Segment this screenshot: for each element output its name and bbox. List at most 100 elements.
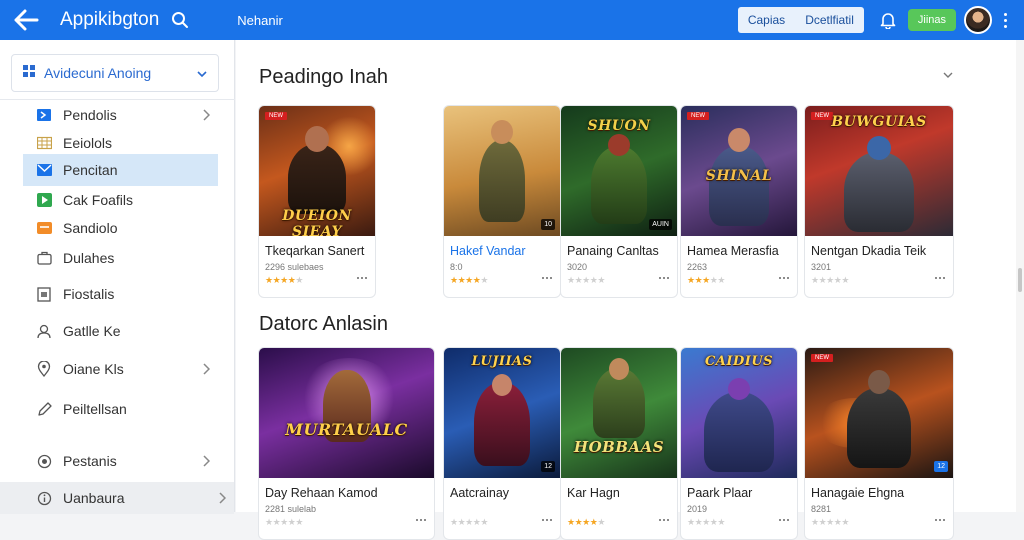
game-thumbnail: MURTAUALC — [259, 348, 434, 478]
game-card[interactable]: NEW BUWGUIAS Nentgan Dkadia Teik 3201 ★★… — [804, 105, 954, 298]
flag-icon — [36, 107, 52, 123]
game-logo: SHINAL — [705, 168, 773, 184]
grid-icon — [36, 135, 52, 151]
game-name: Kar Hagn — [567, 486, 620, 500]
age-badge: 10 — [541, 219, 555, 230]
game-thumbnail: HOBBAAS — [561, 348, 677, 478]
user-avatar[interactable] — [964, 6, 992, 34]
scrollbar-thumb[interactable] — [1018, 268, 1022, 292]
rating-stars: ★★★★★ — [265, 275, 303, 285]
game-logo: SHUON — [587, 118, 651, 134]
more-horizontal-icon[interactable] — [542, 519, 552, 521]
more-horizontal-icon[interactable] — [416, 519, 426, 521]
location-icon — [36, 361, 52, 377]
search-icon[interactable] — [169, 9, 191, 31]
sidebar-item-peiltellsan[interactable]: Peiltellsan — [23, 393, 218, 425]
details-button[interactable]: Dcetlfiatil — [805, 13, 854, 27]
game-logo: MURTAUALC — [285, 420, 408, 439]
section-title: Peadingo Inah — [259, 66, 389, 88]
game-logo: HOBBAAS — [573, 438, 665, 456]
new-badge: NEW — [265, 112, 287, 120]
game-card[interactable]: NEW SHINAL Hamea Merasfia 2263 ★★★★★ — [680, 105, 798, 298]
more-horizontal-icon[interactable] — [935, 519, 945, 521]
game-meta: 3020 — [567, 262, 588, 272]
game-thumbnail: NEW SHINAL — [681, 106, 797, 236]
sidebar-item-oiane-kls[interactable]: Oiane Kls — [23, 353, 218, 385]
section-title: Datorc Anlasin — [259, 313, 388, 335]
game-logo: DUEION SIEAY — [282, 208, 352, 236]
sidebar-item-label: Sandiolo — [63, 220, 118, 236]
rating-stars: ★★★★★ — [265, 517, 303, 527]
game-name: Tkeqarkan Sanert — [265, 244, 365, 258]
game-card[interactable]: HOBBAAS Kar Hagn ★★★★★ — [560, 347, 678, 540]
sidebar-item-label: Pendolis — [63, 107, 117, 123]
game-thumbnail: NEW DUEION SIEAY — [259, 106, 375, 236]
back-arrow-icon[interactable] — [6, 0, 46, 40]
sidebar-item-label: Pencitan — [63, 162, 118, 178]
more-horizontal-icon[interactable] — [659, 277, 669, 279]
grid-icon — [22, 64, 36, 83]
game-name: Hamea Merasfia — [687, 244, 779, 258]
game-card[interactable]: NEW 12 Hanagaie Ehgna 8281 ★★★★★ — [804, 347, 954, 540]
more-horizontal-icon[interactable] — [542, 277, 552, 279]
game-thumbnail: 10 — [444, 106, 560, 236]
pen-icon — [36, 401, 52, 417]
game-thumbnail: SHUON AUIN — [561, 106, 677, 236]
sidebar-item-pencitan[interactable]: Pencitan — [23, 154, 218, 186]
main-content: Peadingo Inah NEW DUEION SIEAY Tkeqarkan… — [236, 40, 1024, 540]
game-card[interactable]: SHUON AUIN Panaing Canltas 3020 ★★★★★ — [560, 105, 678, 298]
app-title: Appikibgton — [60, 9, 160, 30]
sidebar-item-pestanis[interactable]: Pestanis — [23, 445, 218, 477]
game-card[interactable]: MURTAUALC Day Rehaan Kamod 2281 sulelab … — [258, 347, 435, 540]
rating-stars: ★★★★★ — [687, 517, 725, 527]
rating-stars: ★★★★★ — [811, 275, 849, 285]
top-nav-link[interactable]: Nehanir — [237, 13, 283, 28]
game-meta: 2019 — [687, 504, 708, 514]
sidebar-item-gatlle-ke[interactable]: Gatlle Ke — [23, 315, 218, 347]
chevron-right-icon — [218, 491, 227, 507]
sidebar: Avidecuni Anoing Pendolis Eeiolols Penci… — [0, 40, 235, 514]
sidebar-item-label: Peiltellsan — [63, 401, 127, 417]
game-card[interactable]: 10 Hakef Vandar 8:0 ★★★★★ — [443, 105, 561, 298]
game-thumbnail: LUJIIAS 12 — [444, 348, 560, 478]
age-badge: AUIN — [649, 219, 672, 230]
more-horizontal-icon[interactable] — [935, 277, 945, 279]
game-meta: 2296 sulebaes — [265, 262, 324, 272]
sidebar-item-dulahes[interactable]: Dulahes — [23, 242, 218, 274]
rating-stars: ★★★★★ — [450, 275, 488, 285]
game-name: Hanagaie Ehgna — [811, 486, 905, 500]
game-card[interactable]: LUJIIAS 12 Aatcrainay ★★★★★ — [443, 347, 561, 540]
bell-icon[interactable] — [878, 10, 898, 30]
game-thumbnail: NEW BUWGUIAS — [805, 106, 953, 236]
top-app-bar: Appikibgton Nehanir Capias Dcetlfiatil J… — [0, 0, 1024, 40]
more-horizontal-icon[interactable] — [779, 277, 789, 279]
join-button[interactable]: Jiinas — [907, 9, 956, 31]
game-name: Paark Plaar — [687, 486, 753, 500]
game-card[interactable]: CAIDIUS Paark Plaar 2019 ★★★★★ — [680, 347, 798, 540]
rating-stars: ★★★★★ — [811, 517, 849, 527]
sidebar-item-fiostalis[interactable]: Fiostalis — [23, 278, 218, 310]
sidebar-item-sandiolo[interactable]: Sandiolo — [23, 212, 218, 244]
age-badge: 12 — [934, 461, 948, 472]
sidebar-item-label: Oiane Kls — [63, 361, 124, 377]
sidebar-item-label: Uanbaura — [63, 490, 125, 506]
chevron-down-icon[interactable] — [942, 67, 954, 85]
more-horizontal-icon[interactable] — [779, 519, 789, 521]
sidebar-item-uanbaura[interactable]: Uanbaura — [0, 482, 234, 514]
more-horizontal-icon[interactable] — [659, 519, 669, 521]
more-horizontal-icon[interactable] — [357, 277, 367, 279]
game-meta: 8281 — [811, 504, 832, 514]
game-thumbnail: NEW 12 — [805, 348, 953, 478]
game-card[interactable]: NEW DUEION SIEAY Tkeqarkan Sanert 2296 s… — [258, 105, 376, 298]
rating-stars: ★★★★★ — [567, 275, 605, 285]
game-meta: 8:0 — [450, 262, 463, 272]
game-meta: 2263 — [687, 262, 708, 272]
more-vertical-icon[interactable] — [1000, 10, 1010, 30]
game-name: Panaing Canltas — [567, 244, 659, 258]
game-logo: LUJIIAS — [471, 354, 533, 369]
play-icon — [36, 192, 52, 208]
game-meta: 2281 sulelab — [265, 504, 317, 514]
capias-button[interactable]: Capias — [748, 13, 785, 27]
chevron-right-icon — [202, 108, 211, 124]
category-dropdown[interactable]: Avidecuni Anoing — [11, 54, 219, 92]
